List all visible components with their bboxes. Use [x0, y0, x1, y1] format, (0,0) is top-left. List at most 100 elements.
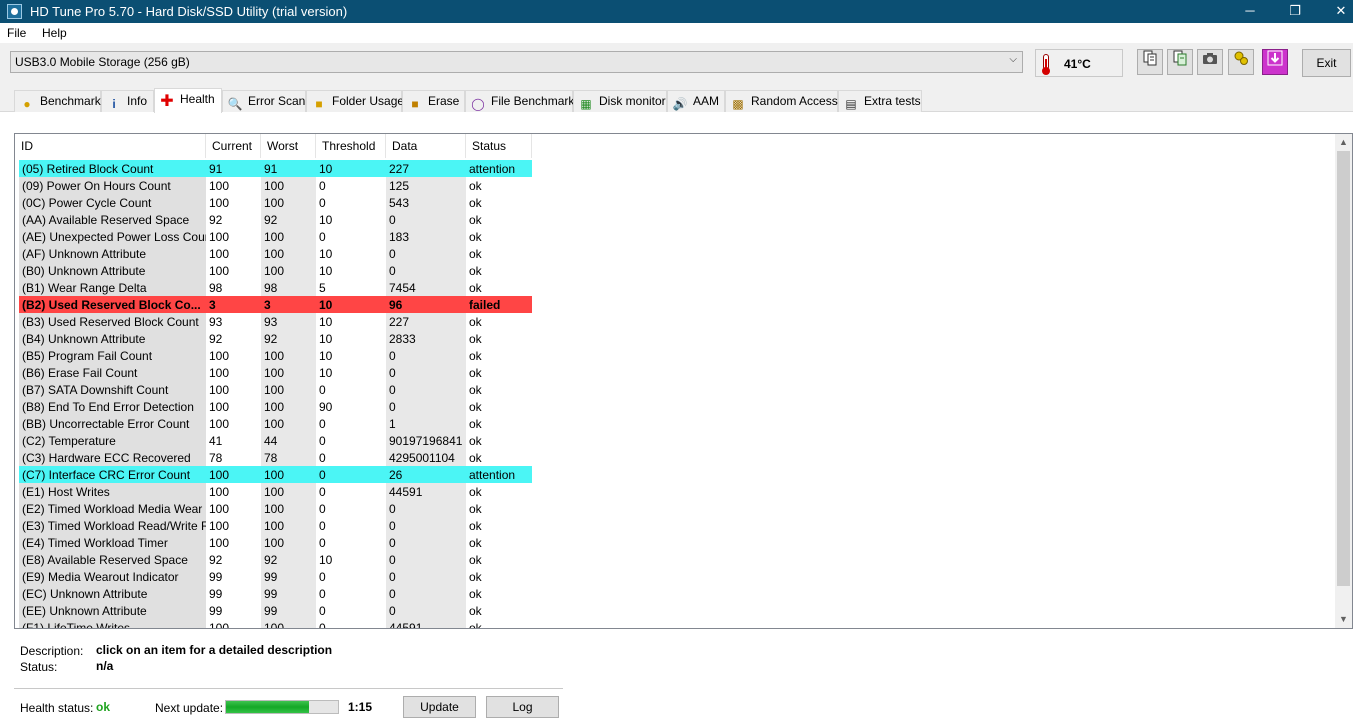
menu-help[interactable]: Help	[42, 26, 67, 40]
drive-select[interactable]: USB3.0 Mobile Storage (256 gB) ⌵	[10, 51, 1023, 73]
minimize-button[interactable]: ─	[1227, 0, 1273, 23]
column-header-current[interactable]: Current	[206, 134, 261, 158]
tab-disk-monitor[interactable]: ▦ Disk monitor	[573, 90, 667, 112]
log-button[interactable]: Log	[486, 696, 559, 718]
table-row[interactable]: (B5) Program Fail Count 100 100 10 0 ok	[19, 347, 532, 364]
tab-error-scan[interactable]: 🔍 Error Scan	[222, 90, 306, 112]
table-row[interactable]: (B0) Unknown Attribute 100 100 10 0 ok	[19, 262, 532, 279]
cell-data: 0	[386, 517, 466, 534]
cell-status: ok	[469, 604, 482, 618]
disk-monitor-icon: ▦	[580, 97, 592, 111]
table-row[interactable]: (E3) Timed Workload Read/Write R... 100 10…	[19, 517, 532, 534]
table-row[interactable]: (B6) Erase Fail Count 100 100 10 0 ok	[19, 364, 532, 381]
table-row[interactable]: (B2) Used Reserved Block Co... 3 3 10 96 fail…	[19, 296, 532, 313]
cell-worst: 100	[261, 262, 316, 279]
copy-all-button[interactable]	[1167, 49, 1193, 75]
table-row[interactable]: (B1) Wear Range Delta 98 98 5 7454 ok	[19, 279, 532, 296]
table-row[interactable]: (C7) Interface CRC Error Count 100 100 0 26 a…	[19, 466, 532, 483]
cell-data: 0	[386, 500, 466, 517]
table-row[interactable]: (B8) End To End Error Detection 100 100 90 0…	[19, 398, 532, 415]
table-row[interactable]: (05) Retired Block Count 91 91 10 227 attenti…	[19, 160, 532, 177]
cell-id: (B1) Wear Range Delta	[19, 279, 206, 296]
tab-file-benchmark[interactable]: ◯ File Benchmark	[465, 90, 574, 112]
tab-bar: ● Benchmark i Info ✚ Health 🔍 Error Scan ■ Fo…	[0, 88, 1353, 113]
scroll-up-icon[interactable]: ▲	[1335, 134, 1352, 151]
table-row[interactable]: (B4) Unknown Attribute 92 92 10 2833 ok	[19, 330, 532, 347]
window-title: HD Tune Pro 5.70 - Hard Disk/SSD Utility…	[30, 4, 348, 19]
column-header-threshold[interactable]: Threshold	[316, 134, 386, 158]
options-button[interactable]	[1228, 49, 1254, 75]
cell-threshold: 0	[319, 519, 326, 533]
column-header-data[interactable]: Data	[386, 134, 466, 158]
table-row[interactable]: (B7) SATA Downshift Count 100 100 0 0 ok	[19, 381, 532, 398]
cell-threshold: 10	[319, 349, 333, 363]
tab-benchmark[interactable]: ● Benchmark	[14, 90, 101, 112]
table-row[interactable]: (AA) Available Reserved Space 92 92 10 0 ok	[19, 211, 532, 228]
table-row[interactable]: (E9) Media Wearout Indicator 99 99 0 0 ok	[19, 568, 532, 585]
cell-id: (E1) Host Writes	[19, 483, 206, 500]
scrollbar-thumb[interactable]	[1337, 151, 1350, 586]
tab-label: Health	[180, 92, 215, 106]
tab-erase[interactable]: ■ Erase	[402, 90, 465, 112]
screenshot-button[interactable]	[1197, 49, 1223, 75]
cell-threshold: 10	[316, 160, 386, 177]
table-row[interactable]: (E8) Available Reserved Space 92 92 10 0 ok	[19, 551, 532, 568]
menu-file[interactable]: File	[7, 26, 26, 40]
tab-info[interactable]: i Info	[101, 90, 154, 112]
scroll-down-icon[interactable]: ▼	[1335, 611, 1352, 628]
cell-id: (EC) Unknown Attribute	[19, 585, 206, 602]
table-row[interactable]: (F1) LifeTime Writes 100 100 0 44591 ok	[19, 619, 532, 628]
table-row[interactable]: (EE) Unknown Attribute 99 99 0 0 ok	[19, 602, 532, 619]
save-button[interactable]	[1262, 49, 1288, 75]
file-benchmark-icon: ◯	[471, 97, 485, 111]
table-row[interactable]: (AF) Unknown Attribute 100 100 10 0 ok	[19, 245, 532, 262]
table-row[interactable]: (E2) Timed Workload Media Wear 100 100 0 0 ok	[19, 500, 532, 517]
copy-text-button[interactable]	[1137, 49, 1163, 75]
cell-status: ok	[469, 587, 482, 601]
cell-worst: 100	[261, 619, 316, 628]
tab-extra-tests[interactable]: ▤ Extra tests	[838, 90, 922, 112]
table-row[interactable]: (BB) Uncorrectable Error Count 100 100 0 1 ok	[19, 415, 532, 432]
column-header-worst[interactable]: Worst	[261, 134, 316, 158]
table-row[interactable]: (E4) Timed Workload Timer 100 100 0 0 ok	[19, 534, 532, 551]
tab-aam[interactable]: 🔊 AAM	[667, 90, 725, 112]
column-header-status[interactable]: Status	[466, 134, 532, 158]
cell-current: 99	[209, 587, 223, 601]
cell-status: ok	[469, 417, 482, 431]
next-update-time: 1:15	[348, 700, 373, 714]
cell-worst: 98	[261, 279, 316, 296]
tab-folder-usage[interactable]: ■ Folder Usage	[306, 90, 404, 112]
table-row[interactable]: (0C) Power Cycle Count 100 100 0 543 ok	[19, 194, 532, 211]
table-row[interactable]: (B3) Used Reserved Block Count 93 93 10 227 o…	[19, 313, 532, 330]
cell-status: ok	[469, 570, 482, 584]
cell-data: 125	[386, 177, 466, 194]
cell-id: (B8) End To End Error Detection	[19, 398, 206, 415]
cell-threshold: 10	[319, 264, 333, 278]
maximize-button[interactable]: ❐	[1272, 0, 1318, 23]
cell-id: (05) Retired Block Count	[19, 160, 206, 177]
description-label: Description:	[20, 644, 84, 658]
tab-random-access[interactable]: ▩ Random Access	[725, 90, 838, 112]
exit-button[interactable]: Exit	[1302, 49, 1351, 77]
cell-status: ok	[469, 400, 482, 414]
download-arrow-icon	[1267, 50, 1283, 66]
table-row[interactable]: (C2) Temperature 41 44 0 90197196841 ok	[19, 432, 532, 449]
close-button[interactable]: ✕	[1318, 0, 1353, 23]
health-icon: ✚	[160, 93, 174, 110]
column-header-id[interactable]: ID	[15, 134, 206, 158]
update-button[interactable]: Update	[403, 696, 476, 718]
table-row[interactable]: (E1) Host Writes 100 100 0 44591 ok	[19, 483, 532, 500]
vertical-scrollbar[interactable]: ▲ ▼	[1335, 134, 1352, 628]
cell-data: 0	[386, 211, 466, 228]
table-row[interactable]: (EC) Unknown Attribute 99 99 0 0 ok	[19, 585, 532, 602]
cell-current: 91	[206, 160, 261, 177]
table-row[interactable]: (C3) Hardware ECC Recovered 78 78 0 42950011…	[19, 449, 532, 466]
table-row[interactable]: (AE) Unexpected Power Loss Count 100 100 0 1…	[19, 228, 532, 245]
table-row[interactable]: (09) Power On Hours Count 100 100 0 125 ok	[19, 177, 532, 194]
health-status-value: ok	[96, 700, 111, 714]
cell-id: (C7) Interface CRC Error Count	[19, 466, 206, 483]
cell-threshold: 10	[319, 332, 333, 346]
tab-health[interactable]: ✚ Health	[154, 88, 222, 113]
cell-worst: 100	[261, 517, 316, 534]
cell-current: 92	[209, 332, 223, 346]
